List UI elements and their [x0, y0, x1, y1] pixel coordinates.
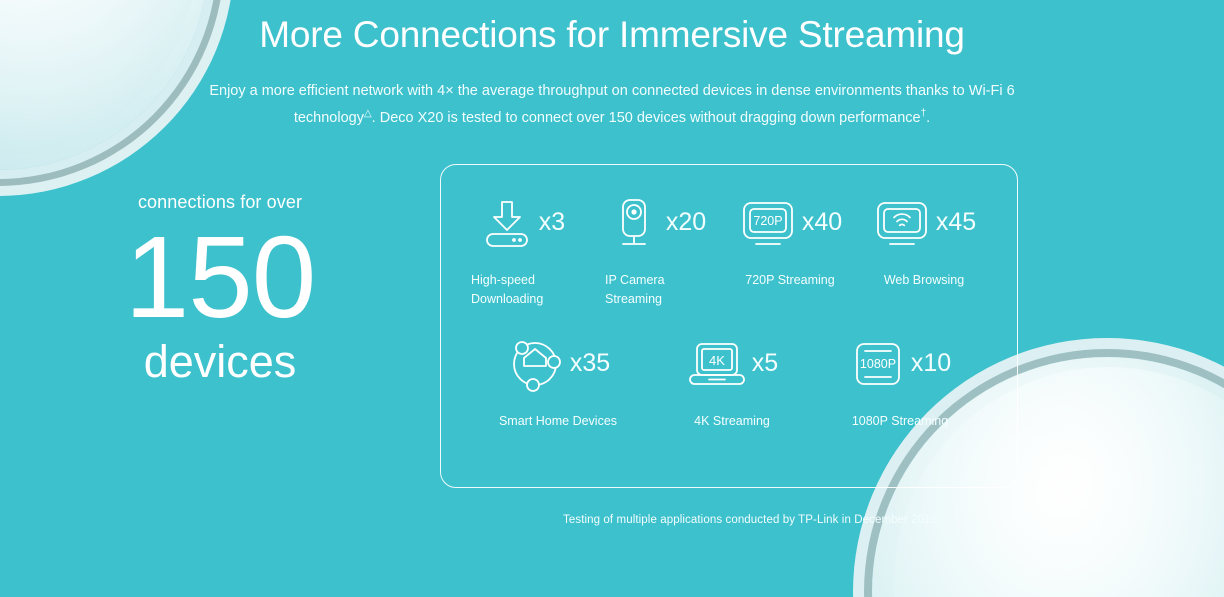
multiplier-value: x35 [569, 349, 611, 378]
hero-subtitle-line-2-pre: technology [293, 110, 364, 127]
monitor-wifi-icon [872, 195, 932, 251]
stat-top-label: connections for over [137, 191, 303, 212]
tablet-screen-text: 1080P [860, 357, 896, 371]
multiplier-value: x40 [801, 208, 843, 237]
application-label: Smart Home Devices [498, 413, 618, 428]
application-item-4k-streaming: 4K x5 4K Streaming [657, 328, 807, 431]
application-item-1080p-streaming: 1080P x10 1080P Streaming [825, 328, 975, 431]
ip-camera-icon [606, 195, 662, 251]
footnote-text: Testing of multiple applications conduct… [563, 514, 941, 526]
applications-row-2: x35 Smart Home Devices 4K x5 4K Streamin… [455, 328, 1003, 431]
application-label: 1080P Streaming [851, 413, 949, 428]
download-device-icon [479, 195, 535, 251]
applications-card: x3 High-speed Downloading x20 IP Camera … [440, 163, 1018, 488]
hero-subtitle: Enjoy a more efficient network with 4× t… [192, 78, 1032, 132]
icon-with-multiplier: 1080P x10 [825, 328, 975, 400]
icon-with-multiplier: x3 [455, 187, 589, 259]
monitor-screen-text: 720P [753, 214, 782, 228]
laptop-screen-text: 4K [709, 353, 725, 368]
tablet-1080p-icon: 1080P [849, 336, 907, 392]
hero-body: connections for over 150 devices x3 High… [0, 132, 1224, 488]
application-item-smart-home-devices: x35 Smart Home Devices [483, 328, 633, 431]
wifi-icon [892, 213, 911, 227]
monitor-720p-icon: 720P [738, 195, 798, 251]
icon-with-multiplier: 4K x5 [657, 328, 807, 400]
stat-number: 150 [124, 211, 317, 342]
hero-header: More Connections for Immersive Streaming… [0, 0, 1224, 132]
hero-subtitle-line-2-mid: . Deco X20 is tested to connect over 150… [371, 110, 921, 127]
footnote-mark-triangle: △ [363, 108, 372, 120]
multiplier-value: x5 [751, 349, 779, 378]
application-label: 4K Streaming [694, 413, 770, 428]
hero-subtitle-line-1: Enjoy a more efficient network with 4× t… [209, 83, 1015, 100]
stat-unit-label: devices [143, 335, 297, 387]
page-title: More Connections for Immersive Streaming [259, 14, 965, 55]
application-item-ip-camera-streaming: x20 IP Camera Streaming [589, 187, 723, 310]
hero-subtitle-period: . [926, 110, 931, 127]
icon-with-multiplier: x35 [483, 328, 633, 400]
multiplier-value: x20 [665, 208, 707, 237]
icon-with-multiplier: x45 [857, 187, 991, 259]
laptop-4k-icon: 4K [686, 336, 748, 392]
multiplier-value: x10 [910, 349, 952, 378]
icon-with-multiplier: 720P x40 [723, 187, 857, 259]
application-item-web-browsing: x45 Web Browsing [857, 187, 991, 310]
multiplier-value: x45 [935, 208, 977, 237]
multiplier-value: x3 [538, 208, 566, 237]
application-label: 720P Streaming [745, 272, 835, 287]
application-item-720p-streaming: 720P x40 720P Streaming [723, 187, 857, 310]
application-label: IP Camera Streaming [605, 272, 665, 307]
icon-with-multiplier: x20 [589, 187, 723, 259]
application-label: Web Browsing [883, 272, 965, 287]
application-item-high-speed-downloading: x3 High-speed Downloading [455, 187, 589, 310]
connections-stat-block: connections for over 150 devices [0, 164, 440, 387]
smart-home-icon [506, 334, 566, 394]
application-label: High-speed Downloading [471, 272, 544, 307]
applications-row-1: x3 High-speed Downloading x20 IP Camera … [455, 187, 1003, 310]
